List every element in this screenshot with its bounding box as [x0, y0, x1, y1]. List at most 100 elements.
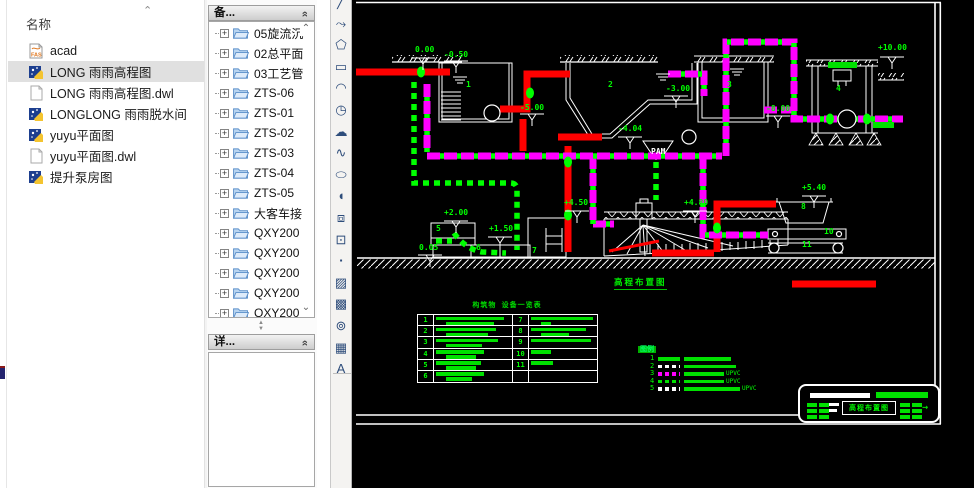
table-text-bar: [531, 350, 551, 354]
sheet-tree-item[interactable]: + ZTS-06: [209, 83, 314, 103]
details-section-header[interactable]: 详... »: [208, 334, 315, 350]
collapse-section-icon[interactable]: »: [298, 340, 312, 346]
legend-line-sample: [658, 357, 680, 361]
cad-label: -4.04: [618, 124, 643, 133]
name-column-header[interactable]: 名称: [26, 14, 51, 33]
table-text-bar: [436, 327, 496, 332]
expand-icon[interactable]: +: [220, 48, 229, 58]
revision-cloud-icon[interactable]: ☁: [332, 121, 350, 143]
title-block-cell: [807, 403, 817, 407]
sheet-tree-item[interactable]: + QXY200: [209, 283, 314, 303]
line-icon[interactable]: ╱: [332, 0, 350, 13]
table-number-cell: [513, 370, 529, 382]
table-text-cell: [434, 337, 513, 348]
expand-icon[interactable]: +: [220, 288, 229, 298]
expand-icon[interactable]: +: [220, 148, 229, 158]
sort-ascending-icon[interactable]: ⌃: [143, 4, 152, 17]
table-text-bar: [531, 316, 593, 320]
sheet-tree-item[interactable]: +03工艺管: [209, 63, 314, 83]
dwg-file-icon: [28, 127, 44, 143]
hatch-icon[interactable]: ▨: [332, 272, 350, 294]
text-icon[interactable]: A: [332, 358, 350, 380]
folder-icon: [232, 127, 250, 140]
ellipse-arc-icon[interactable]: ◖: [332, 185, 350, 207]
table-text-bar: [436, 338, 498, 343]
sheet-tree-item[interactable]: + 大客车接: [209, 203, 314, 223]
file-item[interactable]: yuyu平面图.dwl: [8, 145, 204, 166]
polygon-icon[interactable]: ⬠: [332, 34, 350, 56]
title-block-drawing-name: 高程布置图: [842, 401, 896, 415]
gradient-icon[interactable]: ▩: [332, 293, 350, 315]
expand-icon[interactable]: +: [220, 108, 229, 118]
legend-number: 5: [650, 384, 655, 392]
create-block-icon[interactable]: ⊡: [332, 229, 350, 251]
cad-label: 0.05: [419, 243, 439, 252]
cad-drawing-canvas[interactable]: 高程布置图 构筑物 设备一览表 1 7 2 8 3 9 4 10 5 11 6 图例 1 2 3 UPVC…: [352, 0, 974, 488]
scroll-up-icon[interactable]: ⌃: [300, 24, 312, 36]
table-number-cell: 1: [418, 315, 434, 326]
expand-icon[interactable]: +: [220, 128, 229, 138]
table-number-cell: 6: [418, 370, 434, 382]
sheet-tree-item[interactable]: + ZTS-01: [209, 103, 314, 123]
sheet-name: 05旋流沉: [254, 26, 304, 41]
sheet-tree-item[interactable]: +05旋流沉: [209, 23, 314, 43]
autocad-window: ⌃ 名称 FAS acad LONG 雨雨高程图 LONG 雨雨高程图.dwl LONG…: [0, 0, 974, 488]
expand-icon[interactable]: +: [220, 268, 229, 278]
palette-splitter[interactable]: ▲ ▼: [208, 320, 315, 332]
arc-icon[interactable]: ◠: [332, 77, 350, 99]
file-item[interactable]: LONGLONG 雨雨脱水间: [8, 103, 204, 124]
sheet-name: QXY200: [254, 246, 300, 260]
expand-icon[interactable]: +: [220, 168, 229, 178]
sheets-section-header[interactable]: 备... »: [208, 5, 315, 21]
legend-text-bar: [684, 372, 724, 376]
expand-icon[interactable]: +: [220, 88, 229, 98]
cad-label: 10: [824, 227, 834, 236]
file-item[interactable]: LONG 雨雨高程图: [8, 61, 204, 82]
sheet-name: QXY200: [254, 266, 300, 280]
sheet-tree-item[interactable]: + QXY200: [209, 243, 314, 263]
region-icon[interactable]: ⊚: [332, 315, 350, 337]
sheet-tree-item[interactable]: + ZTS-02: [209, 123, 314, 143]
sheet-tree-item[interactable]: + QXY200: [209, 263, 314, 283]
sheet-tree-item[interactable]: +02总平面: [209, 43, 314, 63]
table-row: 17: [418, 315, 597, 327]
sheet-tree-item[interactable]: + QXY200: [209, 223, 314, 243]
cad-label: +2.00: [444, 208, 469, 217]
rectangle-icon[interactable]: ▭: [332, 56, 350, 78]
ellipse-icon[interactable]: ⬭: [332, 164, 350, 186]
polyline-icon[interactable]: ⤳: [332, 13, 350, 35]
collapse-section-icon[interactable]: »: [298, 11, 312, 17]
file-explorer-panel: ⌃ 名称 FAS acad LONG 雨雨高程图 LONG 雨雨高程图.dwl LONG…: [8, 0, 204, 488]
expand-icon[interactable]: +: [220, 308, 229, 317]
scroll-down-icon[interactable]: ⌄: [300, 303, 312, 315]
sheet-tree-item[interactable]: + ZTS-05: [209, 183, 314, 203]
table-text-cell: [434, 348, 513, 359]
expand-icon[interactable]: +: [220, 208, 229, 218]
table-row: 5 11: [418, 359, 597, 371]
table-icon[interactable]: ▦: [332, 337, 350, 359]
legend-note: UPVC: [726, 370, 741, 377]
file-item[interactable]: LONG 雨雨高程图.dwl: [8, 82, 204, 103]
insert-block-icon[interactable]: ⧈: [332, 207, 350, 229]
title-block-cell: [819, 403, 829, 407]
file-item[interactable]: 提升泵房图: [8, 166, 204, 187]
table-row: 28: [418, 326, 597, 338]
sheet-tree-item[interactable]: + ZTS-04: [209, 163, 314, 183]
expand-icon[interactable]: +: [220, 188, 229, 198]
details-section-title: 详...: [214, 336, 236, 348]
expand-icon[interactable]: +: [220, 248, 229, 258]
title-block-bar: [810, 393, 870, 398]
circle-icon[interactable]: ◷: [332, 99, 350, 121]
file-item[interactable]: FAS acad: [8, 40, 204, 61]
table-number-cell: 3: [418, 337, 434, 348]
folder-icon: [232, 167, 250, 180]
file-item[interactable]: yuyu平面图: [8, 124, 204, 145]
point-icon[interactable]: ▪: [332, 250, 350, 272]
sheet-tree-item[interactable]: + QXY200: [209, 303, 314, 317]
expand-icon[interactable]: +: [220, 228, 229, 238]
expand-icon[interactable]: +: [220, 28, 229, 38]
expand-icon[interactable]: +: [220, 68, 229, 78]
sheet-tree-item[interactable]: + ZTS-03: [209, 143, 314, 163]
spline-icon[interactable]: ∿: [332, 142, 350, 164]
cad-label: PAM: [651, 147, 666, 156]
